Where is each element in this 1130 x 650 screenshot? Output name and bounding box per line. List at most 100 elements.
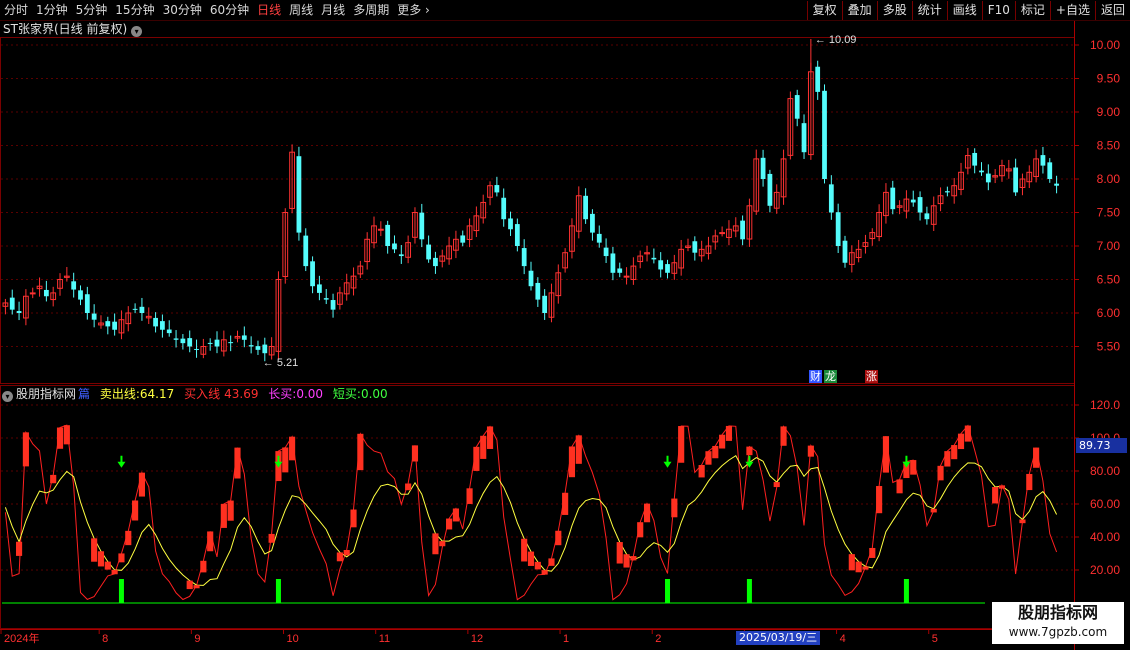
finance-badge-0[interactable]: 财 — [809, 370, 822, 383]
buy-line-label: 买入线 — [184, 387, 221, 401]
rise-block — [473, 446, 480, 471]
time-label: 12 — [471, 633, 483, 645]
candle-body — [241, 335, 247, 340]
chevron-down-icon[interactable]: ▾ — [131, 26, 143, 37]
rise-block — [930, 508, 937, 513]
candle-body — [842, 240, 848, 263]
rise-block — [452, 508, 459, 522]
toolbar-button-5[interactable]: F10 — [981, 1, 1015, 20]
candle-body — [1047, 162, 1053, 179]
candle-body — [590, 213, 595, 233]
candle-body — [828, 184, 834, 213]
time-label: 2 — [655, 633, 661, 645]
finance-badges: 财龙 涨 — [809, 370, 880, 383]
tab-period-5[interactable]: 60分钟 — [206, 0, 253, 20]
rise-block — [746, 446, 753, 456]
price-tick-label: 9.00 — [1097, 105, 1121, 119]
candle-body — [153, 317, 158, 327]
rise-block — [521, 538, 528, 562]
indicator-name: 股朋指标网 — [16, 387, 77, 401]
tab-period-6[interactable]: 日线 — [253, 0, 285, 20]
indicator-tag: 篇 — [78, 387, 91, 401]
tab-period-8[interactable]: 月线 — [317, 0, 349, 20]
candle-body — [180, 338, 186, 344]
candle-body — [255, 346, 261, 350]
candle-body — [139, 306, 145, 313]
candle-body — [835, 212, 841, 246]
rise-block — [227, 500, 234, 521]
candle-body — [330, 300, 336, 310]
candle-body — [658, 260, 664, 270]
ind-tick-label: 20.00 — [1090, 563, 1120, 577]
sell-arrow-icon — [117, 455, 126, 468]
candle-body — [166, 329, 172, 334]
tab-period-2[interactable]: 5分钟 — [72, 0, 112, 20]
toolbar-button-8[interactable]: 返回 — [1094, 1, 1130, 20]
finance-badge-1[interactable]: 龙 — [824, 370, 837, 383]
candle-body — [43, 289, 49, 297]
candle-body — [460, 235, 466, 243]
time-label: 5 — [932, 633, 938, 645]
candle-body — [91, 313, 97, 320]
sell-arrow-icon — [745, 455, 754, 468]
candle-body — [610, 253, 616, 273]
tab-period-0[interactable]: 分时 — [0, 0, 32, 20]
toolbar-button-1[interactable]: 叠加 — [841, 1, 877, 20]
rise-block — [957, 433, 965, 450]
rise-block — [937, 465, 944, 481]
toolbar-button-4[interactable]: 画线 — [946, 1, 982, 20]
rise-block — [411, 445, 419, 462]
finance-badge-2[interactable]: 涨 — [865, 370, 878, 383]
tab-period-10[interactable]: 更多 › — [393, 0, 434, 20]
rise-block — [712, 445, 719, 459]
candle-body — [623, 275, 630, 278]
candle-body — [262, 344, 268, 354]
candle-body — [603, 247, 609, 257]
candle-body — [740, 220, 745, 240]
rise-block — [637, 522, 644, 538]
tab-period-4[interactable]: 30分钟 — [159, 0, 206, 20]
candle-body — [767, 173, 773, 206]
toolbar-button-3[interactable]: 统计 — [911, 1, 947, 20]
candle-body — [16, 311, 22, 313]
toolbar-button-7[interactable]: +自选 — [1049, 1, 1095, 20]
chevron-down-icon[interactable]: ▾ — [2, 391, 13, 402]
tab-period-1[interactable]: 1分钟 — [32, 0, 72, 20]
toolbar-button-6[interactable]: 标记 — [1014, 1, 1050, 20]
candle-body — [323, 298, 329, 300]
ind-tick-label: 40.00 — [1090, 530, 1120, 544]
rise-block — [200, 560, 207, 573]
price-tick-label: 8.00 — [1097, 172, 1121, 186]
candle-body — [535, 282, 541, 300]
toolbar-button-0[interactable]: 复权 — [806, 1, 842, 20]
candle-body — [173, 338, 179, 340]
candle-body — [105, 321, 111, 327]
rise-block — [807, 445, 814, 457]
rise-block — [705, 451, 712, 465]
rise-block — [534, 561, 541, 570]
candle-body — [392, 243, 397, 250]
cursor-date: 2025/03/19/三 — [736, 631, 821, 645]
candle-body — [583, 195, 588, 220]
rise-block — [336, 552, 343, 562]
price-tick-label: 8.50 — [1097, 139, 1121, 153]
candle-body — [187, 338, 193, 347]
rise-block — [1026, 473, 1033, 491]
candle-body — [944, 191, 950, 193]
candle-body — [207, 342, 213, 344]
price-tick-label: 10.00 — [1090, 38, 1120, 52]
candle-body — [979, 170, 984, 173]
tab-period-9[interactable]: 多周期 — [349, 0, 393, 20]
candle-body — [310, 261, 315, 287]
rise-block — [671, 498, 678, 518]
candle-body — [84, 294, 90, 313]
tab-period-3[interactable]: 15分钟 — [111, 0, 158, 20]
rise-block — [855, 561, 862, 573]
chart-canvas[interactable]: 10.009.509.008.508.007.507.006.506.005.5… — [0, 0, 1130, 650]
tab-period-7[interactable]: 周线 — [285, 0, 317, 20]
stock-name: ST张家界 — [3, 22, 54, 36]
toolbar-button-2[interactable]: 多股 — [876, 1, 912, 20]
signal-bar — [665, 579, 671, 603]
rise-block — [138, 472, 146, 497]
rise-block — [1019, 519, 1026, 524]
